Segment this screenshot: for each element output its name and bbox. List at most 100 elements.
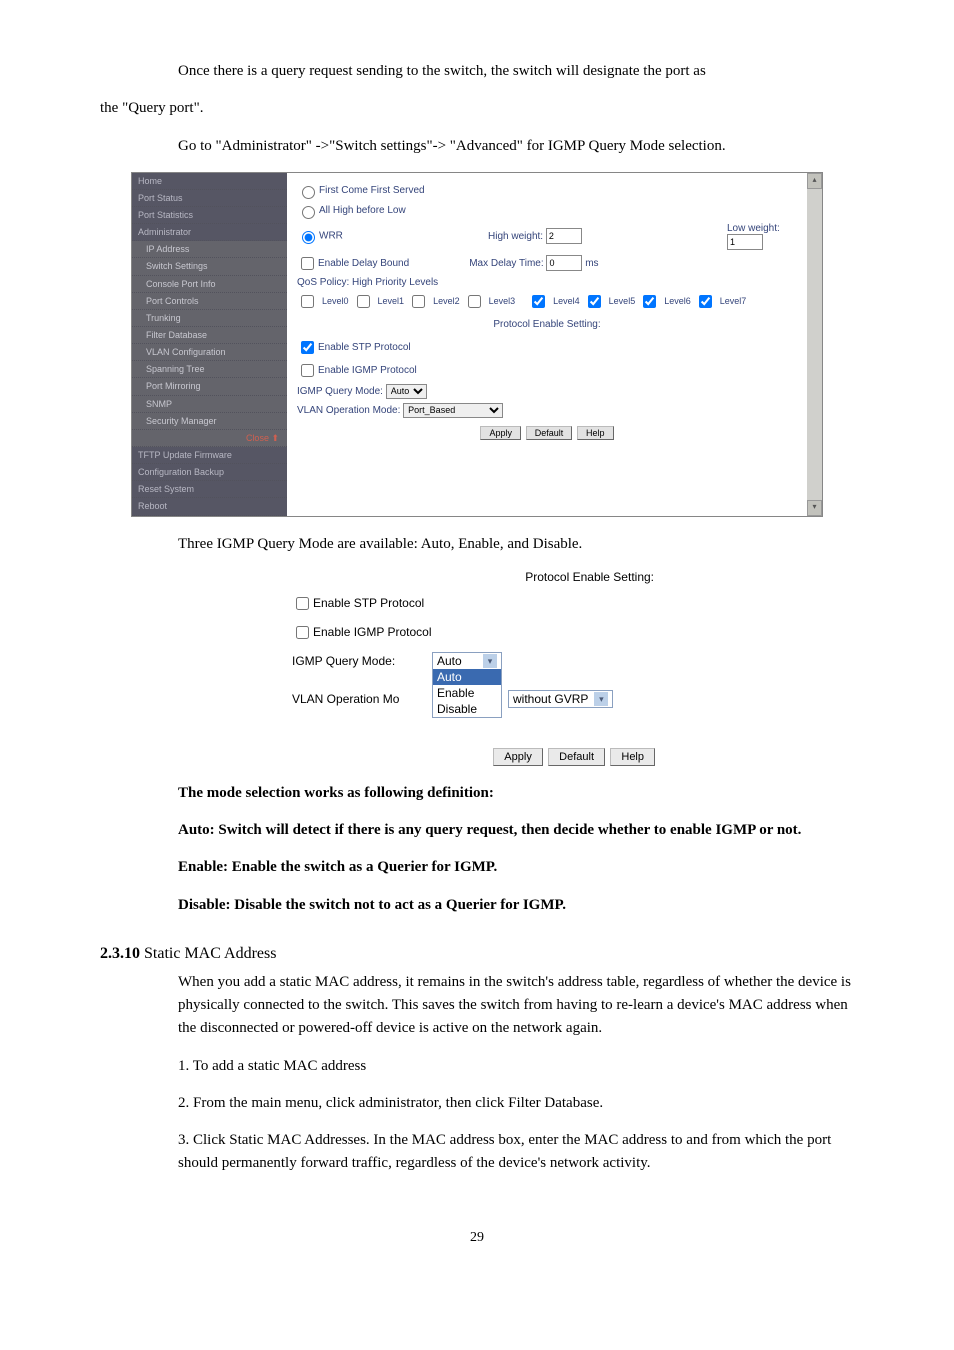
vlan-op-mode-label-2: VLAN Operation Mo [292,690,432,706]
sidebar-switch-settings[interactable]: Switch Settings [132,258,287,275]
level4-checkbox[interactable] [532,295,545,308]
high-weight-input[interactable] [546,228,582,244]
enable-stp-label: Enable STP Protocol [318,342,411,353]
help-button-2[interactable]: Help [610,748,655,766]
sidebar-reboot[interactable]: Reboot [132,498,287,515]
level2-checkbox[interactable] [412,295,425,308]
ahbl-label: All High before Low [319,205,406,216]
level7-checkbox[interactable] [699,295,712,308]
igmp-mode-selected: Auto [437,654,462,668]
scroll-up-icon[interactable]: ▴ [807,173,822,189]
sidebar-trunking[interactable]: Trunking [132,310,287,327]
level6-checkbox[interactable] [643,295,656,308]
sidebar-filter-db[interactable]: Filter Database [132,327,287,344]
igmp-nav-path: Go to "Administrator" ->"Switch settings… [178,135,854,158]
sidebar-ip-address[interactable]: IP Address [132,241,287,258]
enable-stp-checkbox-2[interactable] [296,597,309,610]
enable-igmp-checkbox-2[interactable] [296,626,309,639]
sidebar-security-manager[interactable]: Security Manager [132,413,287,430]
level3-checkbox[interactable] [468,295,481,308]
igmp-query-mode-label: IGMP Query Mode: [297,386,383,397]
vlan-mode-value: without GVRP [513,692,588,706]
low-weight-input[interactable] [727,234,763,250]
page-number: 29 [100,1230,854,1246]
igmp-query-mode-select[interactable]: Auto [386,384,427,399]
level2-label: Level2 [433,296,460,306]
level4-label: Level4 [553,296,580,306]
level7-label: Level7 [720,296,747,306]
enable-igmp-checkbox[interactable] [301,364,314,377]
apply-button-2[interactable]: Apply [493,748,543,766]
vlan-op-mode-label: VLAN Operation Mode: [297,405,400,416]
switch-settings-screenshot: Home Port Status Port Statistics Adminis… [131,172,823,517]
scroll-down-icon[interactable]: ▾ [807,500,822,516]
max-delay-label: Max Delay Time: [469,258,543,269]
sidebar-vlan-config[interactable]: VLAN Configuration [132,344,287,361]
delay-bound-checkbox[interactable] [301,257,314,270]
sidebar-close[interactable]: Close ⬆ [132,430,287,447]
query-port-paragraph: Once there is a query request sending to… [178,60,854,83]
static-mac-step1: 1. To add a static MAC address [178,1055,854,1078]
level1-label: Level1 [378,296,405,306]
level5-checkbox[interactable] [588,295,601,308]
sidebar: Home Port Status Port Statistics Adminis… [132,173,287,516]
level6-label: Level6 [664,296,691,306]
ms-label: ms [585,258,598,269]
sidebar-port-status[interactable]: Port Status [132,190,287,207]
igmp-option-enable[interactable]: Enable [433,685,501,701]
mode-definition-heading: The mode selection works as following de… [178,782,854,805]
enable-stp-checkbox[interactable] [301,341,314,354]
default-button[interactable]: Default [526,426,573,440]
static-mac-intro: When you add a static MAC address, it re… [178,971,854,1041]
sidebar-port-controls[interactable]: Port Controls [132,293,287,310]
chevron-down-icon[interactable]: ▾ [483,654,497,668]
igmp-option-disable[interactable]: Disable [433,701,501,717]
igmp-option-auto[interactable]: Auto [433,669,501,685]
query-port-paragraph-2: the "Query port". [100,97,854,120]
fcfs-radio[interactable] [302,186,315,199]
qos-policy-label: QoS Policy: High Priority Levels [297,277,797,288]
sidebar-home[interactable]: Home [132,173,287,190]
static-mac-step3: 3. Click Static MAC Addresses. In the MA… [178,1129,854,1176]
help-button[interactable]: Help [577,426,614,440]
sidebar-reset-system[interactable]: Reset System [132,481,287,498]
default-button-2[interactable]: Default [548,748,605,766]
igmp-mode-dropdown-screenshot: Protocol Enable Setting: Enable STP Prot… [292,570,662,766]
vlan-op-mode-select[interactable]: Port_Based [403,403,503,418]
apply-button[interactable]: Apply [480,426,521,440]
max-delay-input[interactable] [546,255,582,271]
sidebar-console-port[interactable]: Console Port Info [132,276,287,293]
fcfs-label: First Come First Served [319,185,425,196]
chevron-down-icon-2[interactable]: ▾ [594,692,608,706]
scrollbar[interactable]: ▴ ▾ [807,173,822,516]
disable-mode-text: Disable: Disable the switch not to act a… [178,894,854,917]
sidebar-tftp[interactable]: TFTP Update Firmware [132,447,287,464]
sidebar-administrator[interactable]: Administrator [132,224,287,241]
protocol-enable-heading-2: Protocol Enable Setting: [292,570,662,584]
sidebar-port-mirroring[interactable]: Port Mirroring [132,378,287,395]
wrr-radio[interactable] [302,231,315,244]
igmp-query-mode-dropdown[interactable]: Auto▾ Auto Enable Disable [432,652,502,718]
enable-igmp-label: Enable IGMP Protocol [318,365,417,376]
three-modes-text: Three IGMP Query Mode are available: Aut… [178,533,854,556]
ahbl-radio[interactable] [302,206,315,219]
level5-label: Level5 [609,296,636,306]
high-weight-label: High weight: [488,231,543,242]
level3-label: Level3 [489,296,516,306]
delay-bound-label: Enable Delay Bound [318,258,409,269]
section-heading: 2.3.10 Static MAC Address [100,945,854,963]
enable-stp-label-2: Enable STP Protocol [313,596,424,610]
level0-label: Level0 [322,296,349,306]
sidebar-spanning-tree[interactable]: Spanning Tree [132,361,287,378]
static-mac-step2: 2. From the main menu, click administrat… [178,1092,854,1115]
level0-checkbox[interactable] [301,295,314,308]
sidebar-port-statistics[interactable]: Port Statistics [132,207,287,224]
enable-mode-text: Enable: Enable the switch as a Querier f… [178,856,854,879]
low-weight-label: Low weight: [727,223,780,234]
level1-checkbox[interactable] [357,295,370,308]
igmp-query-mode-label-2: IGMP Query Mode: [292,652,432,668]
sidebar-snmp[interactable]: SNMP [132,396,287,413]
auto-mode-text: Auto: Switch will detect if there is any… [178,819,854,842]
vlan-op-mode-select-2[interactable]: without GVRP ▾ [508,690,613,708]
sidebar-config-backup[interactable]: Configuration Backup [132,464,287,481]
